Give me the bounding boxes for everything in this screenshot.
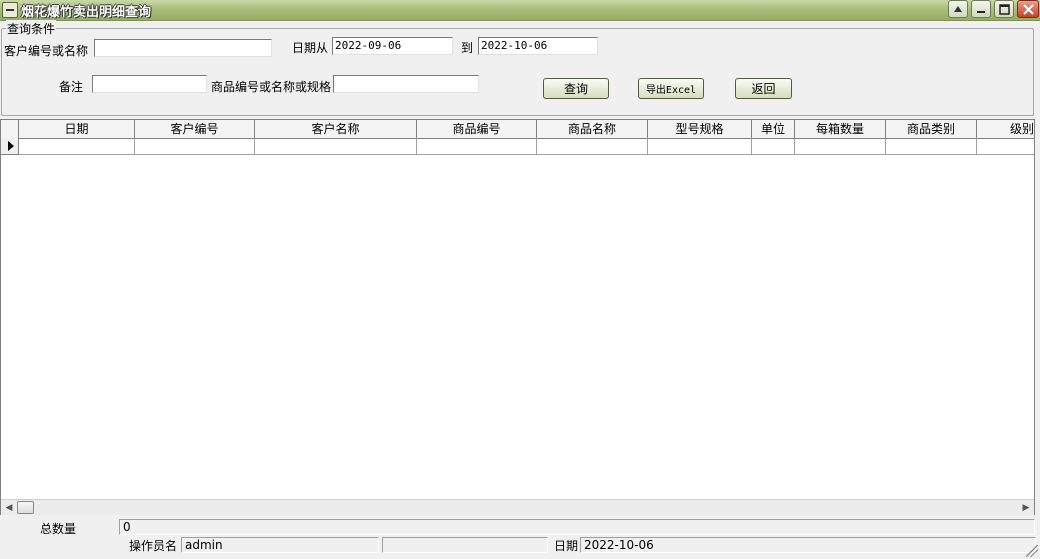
operator-value: admin (181, 537, 379, 553)
grid-cell[interactable] (795, 138, 886, 155)
date-to-label: 到 (461, 41, 474, 55)
grid-cell[interactable] (417, 138, 537, 155)
grid-cell[interactable] (537, 138, 648, 155)
customer-input[interactable] (94, 39, 272, 57)
column-header-customer-id[interactable]: 客户编号 (135, 120, 255, 138)
scroll-up-button[interactable] (948, 0, 968, 18)
grid-cell[interactable] (886, 138, 977, 155)
close-button[interactable] (1017, 0, 1039, 18)
product-label: 商品编号或名称或规格 (211, 80, 332, 94)
scroll-right-arrow-icon[interactable]: ▶ (1020, 502, 1032, 514)
minimize-icon (977, 11, 985, 13)
total-qty-label: 总数量 (40, 522, 77, 536)
column-header-date[interactable]: 日期 (19, 120, 135, 138)
back-button[interactable]: 返回 (735, 78, 792, 99)
title-bar[interactable]: 烟花爆竹卖出明细查询 (0, 0, 1040, 21)
grid-cell[interactable] (255, 138, 417, 155)
column-header-product-name[interactable]: 商品名称 (537, 120, 648, 138)
row-indicator-arrow-icon[interactable] (1, 138, 19, 155)
grid-cell[interactable] (752, 138, 795, 155)
search-button[interactable]: 查询 (543, 78, 609, 99)
system-menu-icon[interactable] (2, 2, 18, 18)
column-header-product-id[interactable]: 商品编号 (417, 120, 537, 138)
maximize-button[interactable] (994, 0, 1014, 18)
customer-label: 客户编号或名称 (4, 44, 89, 58)
column-header-model-spec[interactable]: 型号规格 (648, 120, 752, 138)
grid-cell[interactable] (648, 138, 752, 155)
data-grid[interactable]: 日期 客户编号 客户名称 商品编号 商品名称 型号规格 单位 每箱数量 商品类别… (0, 119, 1035, 515)
up-arrow-icon (954, 6, 962, 12)
scroll-left-arrow-icon[interactable]: ◀ (3, 502, 15, 514)
minimize-button[interactable] (971, 0, 991, 18)
window-title: 烟花爆竹卖出明细查询 (21, 5, 152, 20)
status-panel-blank (382, 537, 548, 553)
remark-label: 备注 (59, 80, 84, 94)
remark-input[interactable] (92, 75, 207, 93)
total-qty-value: 0 (119, 519, 1035, 535)
horizontal-scrollbar[interactable]: ◀ ▶ (1, 499, 1034, 515)
grid-header: 日期 客户编号 客户名称 商品编号 商品名称 型号规格 单位 每箱数量 商品类别… (1, 120, 1034, 139)
date-to-input[interactable]: 2022-10-06 (478, 37, 598, 55)
operator-label: 操作员名 (129, 539, 178, 553)
scroll-thumb[interactable] (17, 501, 34, 514)
column-header-qty-per-box[interactable]: 每箱数量 (795, 120, 886, 138)
close-icon (1022, 3, 1034, 15)
date-from-input[interactable]: 2022-09-06 (332, 37, 453, 55)
product-input[interactable] (333, 75, 479, 93)
date-status-label: 日期 (554, 539, 579, 553)
column-header-category[interactable]: 商品类别 (886, 120, 977, 138)
export-excel-button[interactable]: 导出Excel (638, 78, 704, 99)
date-from-label: 日期从 (292, 41, 329, 55)
column-header-unit[interactable]: 单位 (752, 120, 795, 138)
resize-grip-icon[interactable] (1026, 545, 1038, 557)
header-corner (1, 120, 19, 138)
grid-cell[interactable] (977, 138, 1034, 155)
date-status-value: 2022-10-06 (580, 537, 1036, 553)
grid-cell[interactable] (19, 138, 135, 155)
column-header-customer-name[interactable]: 客户名称 (255, 120, 417, 138)
column-header-grade[interactable]: 级别 (977, 120, 1034, 138)
grid-cell[interactable] (135, 138, 255, 155)
maximize-icon (998, 3, 1010, 15)
query-group-label: 查询条件 (6, 20, 57, 37)
